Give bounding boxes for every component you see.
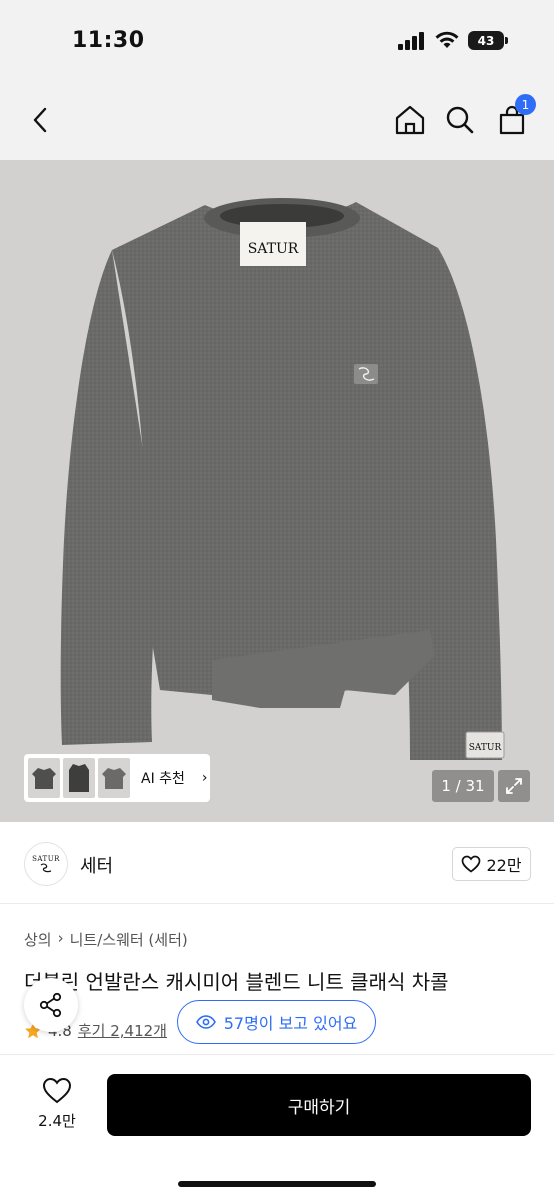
brand-row: SATUR 세터 22만 bbox=[0, 822, 554, 904]
buy-button[interactable]: 구매하기 bbox=[107, 1074, 531, 1136]
brand-name[interactable]: 세터 bbox=[80, 852, 113, 878]
brand-logo-text: SATUR bbox=[32, 855, 60, 863]
eye-icon bbox=[195, 1015, 216, 1029]
cart-count-badge: 1 bbox=[515, 94, 536, 115]
share-icon bbox=[39, 992, 62, 1018]
breadcrumb-separator: › bbox=[57, 929, 64, 947]
expand-icon bbox=[506, 778, 522, 794]
back-button[interactable] bbox=[22, 102, 58, 138]
expand-button[interactable] bbox=[498, 770, 530, 802]
home-indicator bbox=[178, 1181, 376, 1187]
chevron-left-icon bbox=[33, 107, 47, 133]
share-button[interactable] bbox=[24, 978, 78, 1032]
ai-recommend-button[interactable]: AI 추천 › bbox=[24, 754, 210, 802]
sweater-image: SATUR SATUR bbox=[0, 160, 554, 822]
brand-logo[interactable]: SATUR bbox=[24, 842, 68, 886]
like-button[interactable]: 2.4만 bbox=[30, 1077, 84, 1131]
sweater-thumbnail-icon bbox=[32, 768, 56, 789]
breadcrumb-level1[interactable]: 상의 bbox=[24, 929, 52, 950]
search-button[interactable] bbox=[442, 102, 478, 138]
status-time: 11:30 bbox=[72, 28, 145, 53]
garment-label: SATUR bbox=[248, 241, 299, 257]
sleeve-label: SATUR bbox=[469, 743, 502, 753]
brand-like-button[interactable]: 22만 bbox=[452, 847, 531, 881]
search-icon bbox=[446, 106, 474, 134]
heart-icon bbox=[462, 855, 481, 873]
signal-icon bbox=[398, 31, 424, 50]
bottom-bar: 2.4만 구매하기 bbox=[0, 1054, 554, 1200]
battery-icon: 43 bbox=[468, 31, 504, 50]
home-icon bbox=[395, 105, 425, 135]
like-count: 2.4만 bbox=[38, 1112, 76, 1130]
thumbnail-2[interactable] bbox=[63, 758, 95, 798]
home-button[interactable] bbox=[392, 102, 428, 138]
viewers-badge: 57명이 보고 있어요 bbox=[177, 1000, 376, 1044]
image-page-counter: 1 / 31 bbox=[432, 770, 494, 802]
nav-bar: 1 bbox=[0, 82, 554, 160]
product-title: 더블린 언발란스 캐시미어 블렌드 니트 클래식 차콜 bbox=[24, 970, 449, 994]
thumbnail-3[interactable] bbox=[98, 758, 130, 798]
brand-like-count: 22만 bbox=[486, 856, 522, 875]
sweater-thumbnail-icon bbox=[102, 768, 126, 789]
heart-icon bbox=[42, 1077, 72, 1104]
sweater-thumbnail-icon bbox=[69, 764, 89, 792]
battery-level: 43 bbox=[477, 33, 495, 48]
cart-button[interactable]: 1 bbox=[494, 94, 536, 138]
status-icons: 43 bbox=[398, 31, 508, 50]
product-image-gallery[interactable]: SATUR SATUR AI 추천 › 1 / 31 bbox=[0, 160, 554, 822]
brand-monogram-icon bbox=[40, 863, 52, 873]
ai-recommend-label: AI 추천 bbox=[141, 771, 185, 787]
breadcrumb: 상의 › 니트/스웨터 (세터) bbox=[24, 929, 188, 950]
breadcrumb-level2[interactable]: 니트/스웨터 (세터) bbox=[70, 929, 188, 950]
viewers-text: 57명이 보고 있어요 bbox=[223, 1014, 358, 1033]
chevron-right-icon: › bbox=[201, 770, 208, 786]
wifi-icon bbox=[435, 31, 459, 48]
battery-nub bbox=[505, 37, 508, 44]
review-count-link[interactable]: 후기 2,412개 bbox=[78, 1020, 167, 1041]
thumbnail-1[interactable] bbox=[28, 758, 60, 798]
status-bar: 11:30 43 bbox=[0, 0, 554, 82]
